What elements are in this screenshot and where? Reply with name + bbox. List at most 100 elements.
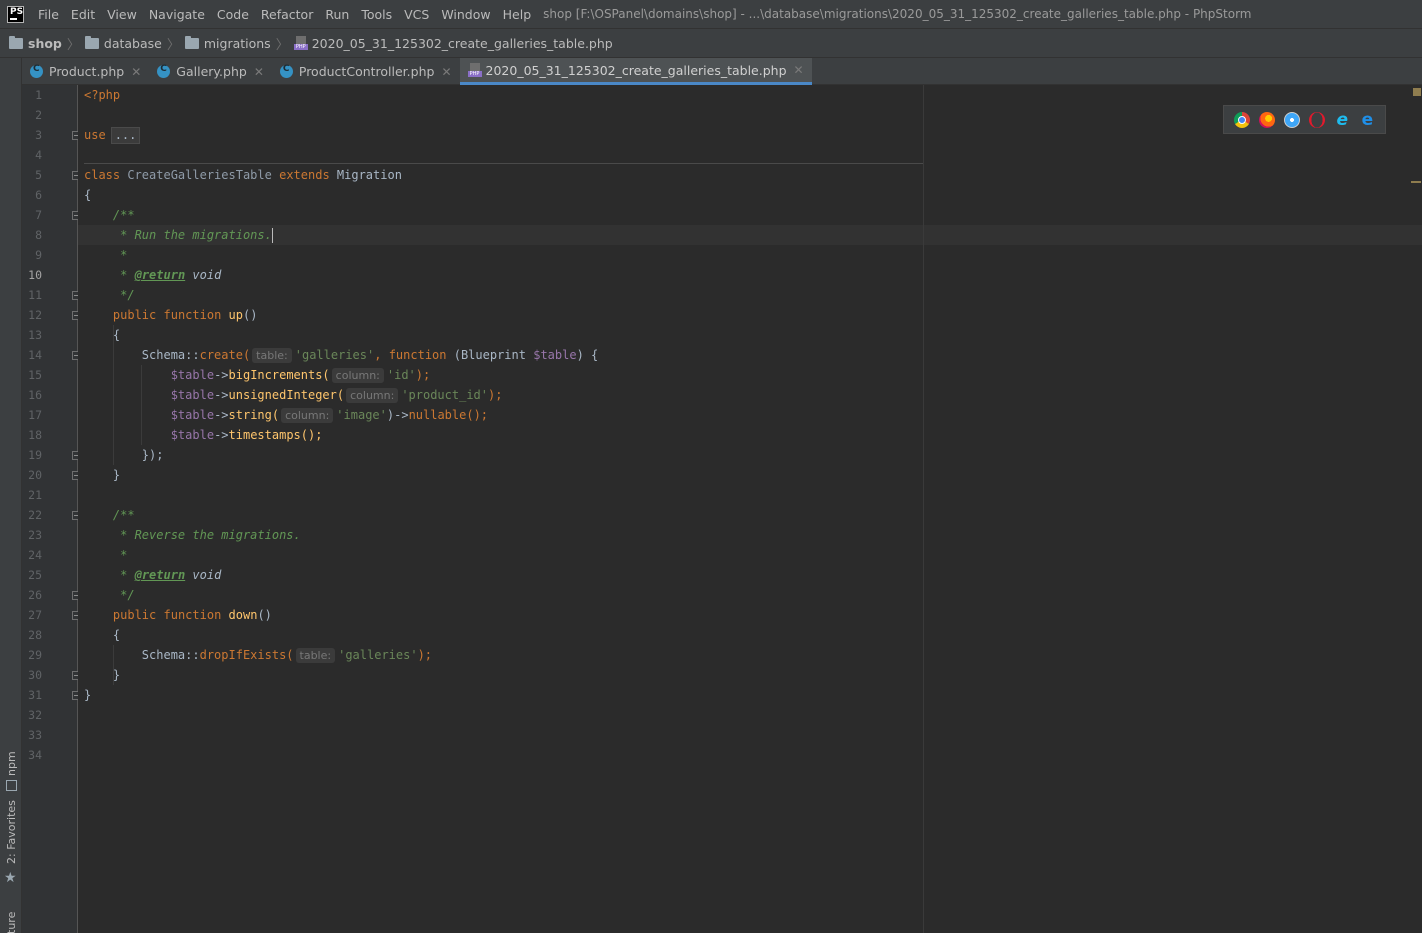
class-icon <box>279 64 293 78</box>
tab-label: Gallery.php <box>176 64 247 79</box>
line-number: 1 <box>35 88 42 102</box>
chrome-icon[interactable] <box>1233 111 1250 128</box>
scroll-marker[interactable] <box>1411 181 1421 183</box>
line-number: 5 <box>35 168 42 182</box>
code-line-32: } <box>112 668 121 682</box>
breadcrumb-database[interactable]: database <box>84 35 162 51</box>
close-icon[interactable]: ✕ <box>794 63 804 77</box>
code-line-29: public function down() <box>112 608 272 622</box>
current-line-highlight <box>78 225 1422 245</box>
menu-run[interactable]: Run <box>319 7 355 22</box>
code-line-16: Schema::create(table:'galleries', functi… <box>141 348 599 363</box>
menu-code[interactable]: Code <box>211 7 255 22</box>
firefox-icon[interactable] <box>1258 111 1275 128</box>
menu-help[interactable]: Help <box>497 7 538 22</box>
window-title: shop [F:\OSPanel\domains\shop] - ...\dat… <box>543 7 1252 21</box>
line-number: 20 <box>28 468 42 482</box>
favorites-tool-tab[interactable]: 2: Favorites <box>5 800 18 864</box>
line-number-gutter[interactable]: 1 2 3 4 5 6 7 8 9 10 11 12 13 14 15 16 1… <box>22 85 81 933</box>
star-icon: ★ <box>4 870 17 886</box>
npm-icon <box>6 780 17 791</box>
line-number: 27 <box>28 608 42 622</box>
folded-imports[interactable]: ... <box>110 127 141 144</box>
close-icon[interactable]: ✕ <box>441 65 451 79</box>
line-number: 31 <box>28 688 42 702</box>
line-number: 30 <box>28 668 42 682</box>
parameter-hint: table: <box>252 348 292 363</box>
breadcrumb-migrations[interactable]: migrations <box>184 35 271 51</box>
line-number: 25 <box>28 568 42 582</box>
code-line-10: * Run the migrations. <box>112 228 274 243</box>
line-number: 13 <box>28 328 42 342</box>
code-line-27: * @return void <box>112 568 222 582</box>
menu-window[interactable]: Window <box>435 7 496 22</box>
breadcrumb-file[interactable]: PHP 2020_05_31_125302_create_galleries_t… <box>293 35 613 51</box>
tab-gallery-php[interactable]: Gallery.php ✕ <box>149 58 272 85</box>
class-icon <box>30 64 43 78</box>
tab-label: 2020_05_31_125302_create_galleries_table… <box>485 62 787 78</box>
folder-icon <box>184 35 199 49</box>
breadcrumb-database-label: database <box>103 35 162 51</box>
code-line-14: public function up() <box>112 308 258 322</box>
class-icon <box>157 64 171 78</box>
line-number: 7 <box>35 208 42 222</box>
code-line-17: $table->bigIncrements(column:'id'); <box>170 368 431 383</box>
inspection-status-icon[interactable] <box>1413 88 1421 96</box>
breadcrumb-project[interactable]: shop <box>9 35 62 51</box>
parameter-hint: table: <box>295 648 336 663</box>
npm-tool-tab[interactable]: npm <box>5 751 18 776</box>
structure-tool-tab[interactable]: ture <box>5 912 18 933</box>
menu-bar: PS File Edit View Navigate Code Refactor… <box>0 0 1422 29</box>
tab-label: ProductController.php <box>298 64 435 79</box>
menu-file[interactable]: File <box>32 7 65 22</box>
close-icon[interactable]: ✕ <box>131 65 141 79</box>
code-line-19: $table->string(column:'image')->nullable… <box>170 408 489 423</box>
line-number: 18 <box>28 428 42 442</box>
edge-icon[interactable]: e <box>1359 111 1375 128</box>
menu-refactor[interactable]: Refactor <box>255 7 319 22</box>
line-number: 3 <box>35 128 42 142</box>
breadcrumb-project-label: shop <box>28 35 62 51</box>
tab-migration-file[interactable]: PHP 2020_05_31_125302_create_galleries_t… <box>459 58 812 85</box>
tab-productcontroller-php[interactable]: ProductController.php ✕ <box>272 58 460 85</box>
breadcrumb-file-label: 2020_05_31_125302_create_galleries_table… <box>311 35 613 51</box>
menu-tools[interactable]: Tools <box>355 7 398 22</box>
menu-edit[interactable]: Edit <box>65 7 101 22</box>
text-caret <box>271 228 274 243</box>
tab-label: Product.php <box>49 64 125 79</box>
code-line-20: $table->timestamps(); <box>170 428 323 442</box>
breadcrumb-migrations-label: migrations <box>203 35 271 51</box>
line-number: 14 <box>28 348 42 362</box>
line-number: 24 <box>28 548 42 562</box>
phpstorm-logo-icon: PS <box>7 5 24 23</box>
close-icon[interactable]: ✕ <box>254 65 264 79</box>
code-line-13: */ <box>112 288 135 302</box>
safari-icon[interactable] <box>1283 111 1300 128</box>
line-number: 26 <box>28 588 42 602</box>
line-number: 16 <box>28 388 42 402</box>
menu-view[interactable]: View <box>101 7 143 22</box>
code-line-26: * <box>112 548 128 562</box>
right-margin-guide <box>923 85 924 933</box>
line-number: 17 <box>28 408 42 422</box>
menu-vcs[interactable]: VCS <box>398 7 435 22</box>
code-line-18: $table->unsignedInteger(column:'product_… <box>170 388 503 403</box>
line-number: 9 <box>35 248 42 262</box>
breadcrumb-separator-icon: 〉 <box>275 37 289 53</box>
editor-tab-bar: Product.php ✕ Gallery.php ✕ ProductContr… <box>22 58 1422 85</box>
menu-navigate[interactable]: Navigate <box>143 7 211 22</box>
code-line-9: /** <box>112 208 135 222</box>
breadcrumb-separator-icon: 〉 <box>66 37 80 53</box>
line-number: 29 <box>28 648 42 662</box>
opera-icon[interactable] <box>1309 111 1326 128</box>
parameter-hint: column: <box>281 408 334 423</box>
code-editor[interactable]: <?php use... class CreateGalleriesTable … <box>78 85 1422 933</box>
breadcrumb: shop 〉 database 〉 migrations 〉 PHP 2020_… <box>0 29 1422 58</box>
folder-icon <box>84 35 99 49</box>
ie-icon[interactable]: e <box>1334 111 1350 128</box>
line-number: 4 <box>35 148 42 162</box>
code-line-15: { <box>112 328 121 342</box>
line-number: 28 <box>28 628 42 642</box>
tab-product-php[interactable]: Product.php ✕ <box>22 58 149 85</box>
line-number: 11 <box>28 288 42 302</box>
